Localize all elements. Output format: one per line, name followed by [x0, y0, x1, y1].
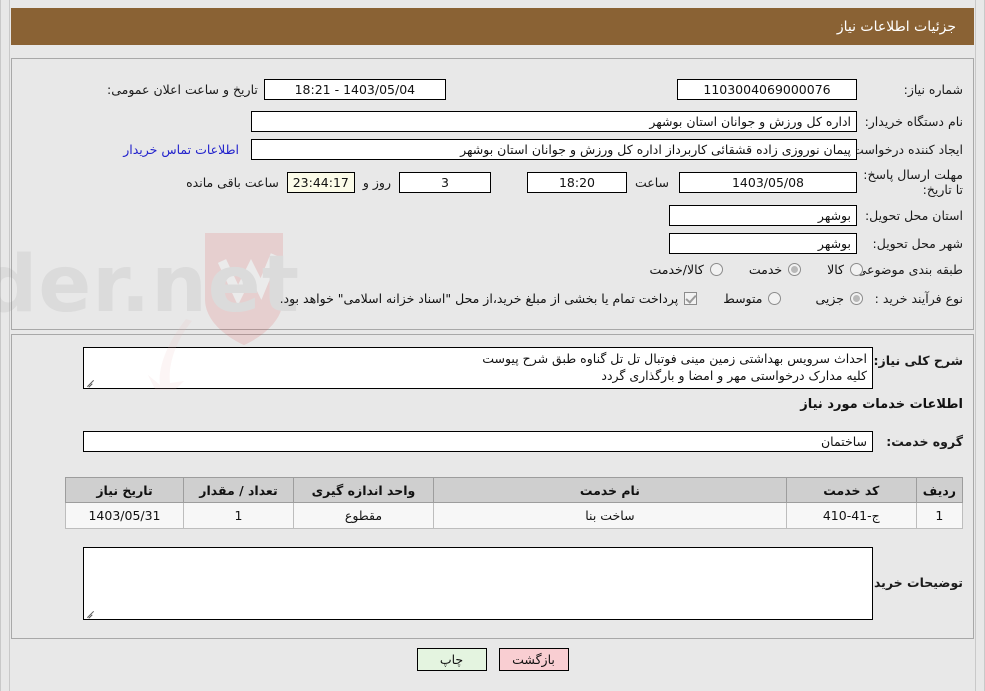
- table-row[interactable]: 1 ج-41-410 ساخت بنا مقطوع 1 1403/05/31: [65, 502, 964, 529]
- radio-icon-motevaset[interactable]: [768, 292, 782, 305]
- col-code: کد خدمت: [785, 477, 917, 503]
- deadline-row: مهلت ارسال پاسخ: تا تاریخ: 1403/05/08 سا…: [186, 167, 963, 197]
- buyer-notes-textarea[interactable]: [83, 547, 873, 620]
- buyer-contact-link[interactable]: اطلاعات تماس خریدار: [123, 142, 239, 157]
- page-root: جزئیات اطلاعات نیاز AriaTender.net شماره…: [0, 0, 985, 691]
- summary-textarea[interactable]: احداث سرویس بهداشتی زمین مینی فوتبال تل …: [83, 347, 873, 389]
- print-button[interactable]: چاپ: [416, 648, 487, 671]
- col-date: تاریخ نیاز: [65, 477, 184, 503]
- page-left-rail: [0, 0, 10, 691]
- category-option-khedmat-label: خدمت: [748, 262, 783, 277]
- city-label: شهر محل تحویل:: [872, 236, 963, 251]
- back-button[interactable]: بازگشت: [498, 648, 569, 671]
- col-radif: ردیف: [915, 477, 964, 503]
- announce-datetime-field[interactable]: 1403/05/04 - 18:21: [263, 79, 446, 100]
- buyer-org-row: نام دستگاه خریدار: اداره کل ورزش و جوانا…: [251, 111, 963, 132]
- remaining-time-label: ساعت باقی مانده: [186, 174, 279, 190]
- summary-row: شرح کلی نیاز: احداث سرویس بهداشتی زمین م…: [83, 347, 963, 389]
- need-number-label: شماره نیاز:: [903, 82, 963, 97]
- city-field[interactable]: بوشهر: [669, 233, 857, 254]
- deadline-hour-label: ساعت: [634, 174, 669, 190]
- deadline-label: مهلت ارسال پاسخ: تا تاریخ:: [863, 167, 963, 197]
- category-option-kala-khedmat-label: کالا/خدمت: [649, 262, 704, 277]
- resize-handle-icon[interactable]: [86, 377, 96, 388]
- page-title-bar: جزئیات اطلاعات نیاز: [11, 8, 974, 45]
- service-group-field[interactable]: ساختمان: [83, 431, 873, 452]
- summary-label: شرح کلی نیاز:: [873, 353, 963, 368]
- province-field[interactable]: بوشهر: [669, 205, 857, 226]
- category-option-kala-label: کالا: [827, 262, 844, 277]
- category-option-kala-khedmat[interactable]: کالا/خدمت: [649, 262, 723, 277]
- process-option-jozii[interactable]: جزیی: [815, 291, 863, 306]
- cell-qty: 1: [183, 502, 294, 529]
- category-option-kala[interactable]: کالا: [827, 262, 863, 277]
- col-name: نام خدمت: [433, 477, 787, 503]
- province-row: استان محل تحویل: بوشهر: [669, 205, 963, 226]
- cell-date: 1403/05/31: [65, 502, 184, 529]
- radio-icon-khedmat[interactable]: [788, 263, 802, 276]
- service-group-row: گروه خدمت: ساختمان: [83, 431, 963, 452]
- remaining-days-field[interactable]: 3: [398, 171, 491, 193]
- need-details-panel: شرح کلی نیاز: احداث سرویس بهداشتی زمین م…: [11, 334, 974, 639]
- cell-radif: 1: [915, 502, 964, 529]
- need-info-panel: شماره نیاز: 1103004069000076 1403/05/04 …: [11, 58, 974, 330]
- process-option-motevaset[interactable]: متوسط: [723, 291, 782, 306]
- page-title: جزئیات اطلاعات نیاز: [836, 18, 956, 35]
- col-qty: تعداد / مقدار: [183, 477, 294, 503]
- process-option-jozii-label: جزیی: [815, 291, 844, 306]
- deadline-date-field[interactable]: 1403/05/08: [679, 171, 857, 193]
- treasury-docs-note: پرداخت تمام یا بخشی از مبلغ خرید،از محل …: [279, 291, 679, 306]
- radio-icon-kala-khedmat[interactable]: [709, 263, 723, 276]
- table-header-row: ردیف کد خدمت نام خدمت واحد اندازه گیری ت…: [65, 477, 964, 503]
- process-label: نوع فرآیند خرید :: [874, 291, 963, 306]
- cell-code: ج-41-410: [785, 502, 917, 529]
- need-number-row: شماره نیاز: 1103004069000076: [677, 79, 963, 100]
- col-unit: واحد اندازه گیری: [293, 477, 434, 503]
- buyer-notes-label: توضیحات خریدار:: [857, 575, 963, 590]
- remaining-days-label: روز و: [362, 174, 391, 190]
- buyer-org-field[interactable]: اداره کل ورزش و جوانان استان بوشهر: [251, 111, 857, 132]
- radio-icon-jozii[interactable]: [850, 292, 863, 305]
- footer-actions: بازگشت چاپ: [0, 648, 985, 671]
- process-row: نوع فرآیند خرید : جزیی متوسط پرداخت تمام…: [270, 291, 963, 306]
- creator-label: ایجاد کننده درخواست:: [847, 142, 963, 157]
- announce-row: 1403/05/04 - 18:21 تاریخ و ساعت اعلان عم…: [107, 79, 446, 100]
- category-label: طبقه بندی موضوعی:: [852, 262, 963, 277]
- page-right-rail: [975, 0, 985, 691]
- resize-handle-icon-notes[interactable]: [86, 608, 96, 619]
- cell-name: ساخت بنا: [433, 502, 787, 529]
- creator-field[interactable]: پیمان نوروزی زاده قشقائی کاربرداز اداره …: [251, 139, 857, 160]
- service-group-label: گروه خدمت:: [886, 434, 963, 449]
- deadline-hour-field[interactable]: 18:20: [526, 171, 627, 193]
- process-option-motevaset-label: متوسط: [723, 291, 763, 306]
- treasury-docs-option[interactable]: پرداخت تمام یا بخشی از مبلغ خرید،از محل …: [280, 291, 698, 306]
- buyer-notes-row: توضیحات خریدار:: [83, 547, 963, 620]
- creator-row: ایجاد کننده درخواست: پیمان نوروزی زاده ق…: [123, 139, 963, 160]
- province-label: استان محل تحویل:: [864, 208, 963, 223]
- category-row: طبقه بندی موضوعی: کالا خدمت کالا/خدمت: [623, 262, 963, 277]
- category-option-khedmat[interactable]: خدمت: [748, 262, 802, 277]
- buyer-org-label: نام دستگاه خریدار:: [864, 114, 963, 129]
- services-heading: اطلاعات خدمات مورد نیاز: [800, 397, 963, 412]
- services-heading-row: اطلاعات خدمات مورد نیاز: [800, 397, 963, 412]
- need-number-field[interactable]: 1103004069000076: [677, 79, 857, 100]
- cell-unit: مقطوع: [293, 502, 434, 529]
- city-row: شهر محل تحویل: بوشهر: [669, 233, 963, 254]
- checkbox-icon-treasury[interactable]: [684, 292, 698, 305]
- announce-label: تاریخ و ساعت اعلان عمومی:: [107, 82, 258, 97]
- services-table: ردیف کد خدمت نام خدمت واحد اندازه گیری ت…: [65, 477, 964, 529]
- radio-icon-kala[interactable]: [850, 263, 863, 276]
- remaining-time-field[interactable]: 23:44:17: [286, 171, 355, 193]
